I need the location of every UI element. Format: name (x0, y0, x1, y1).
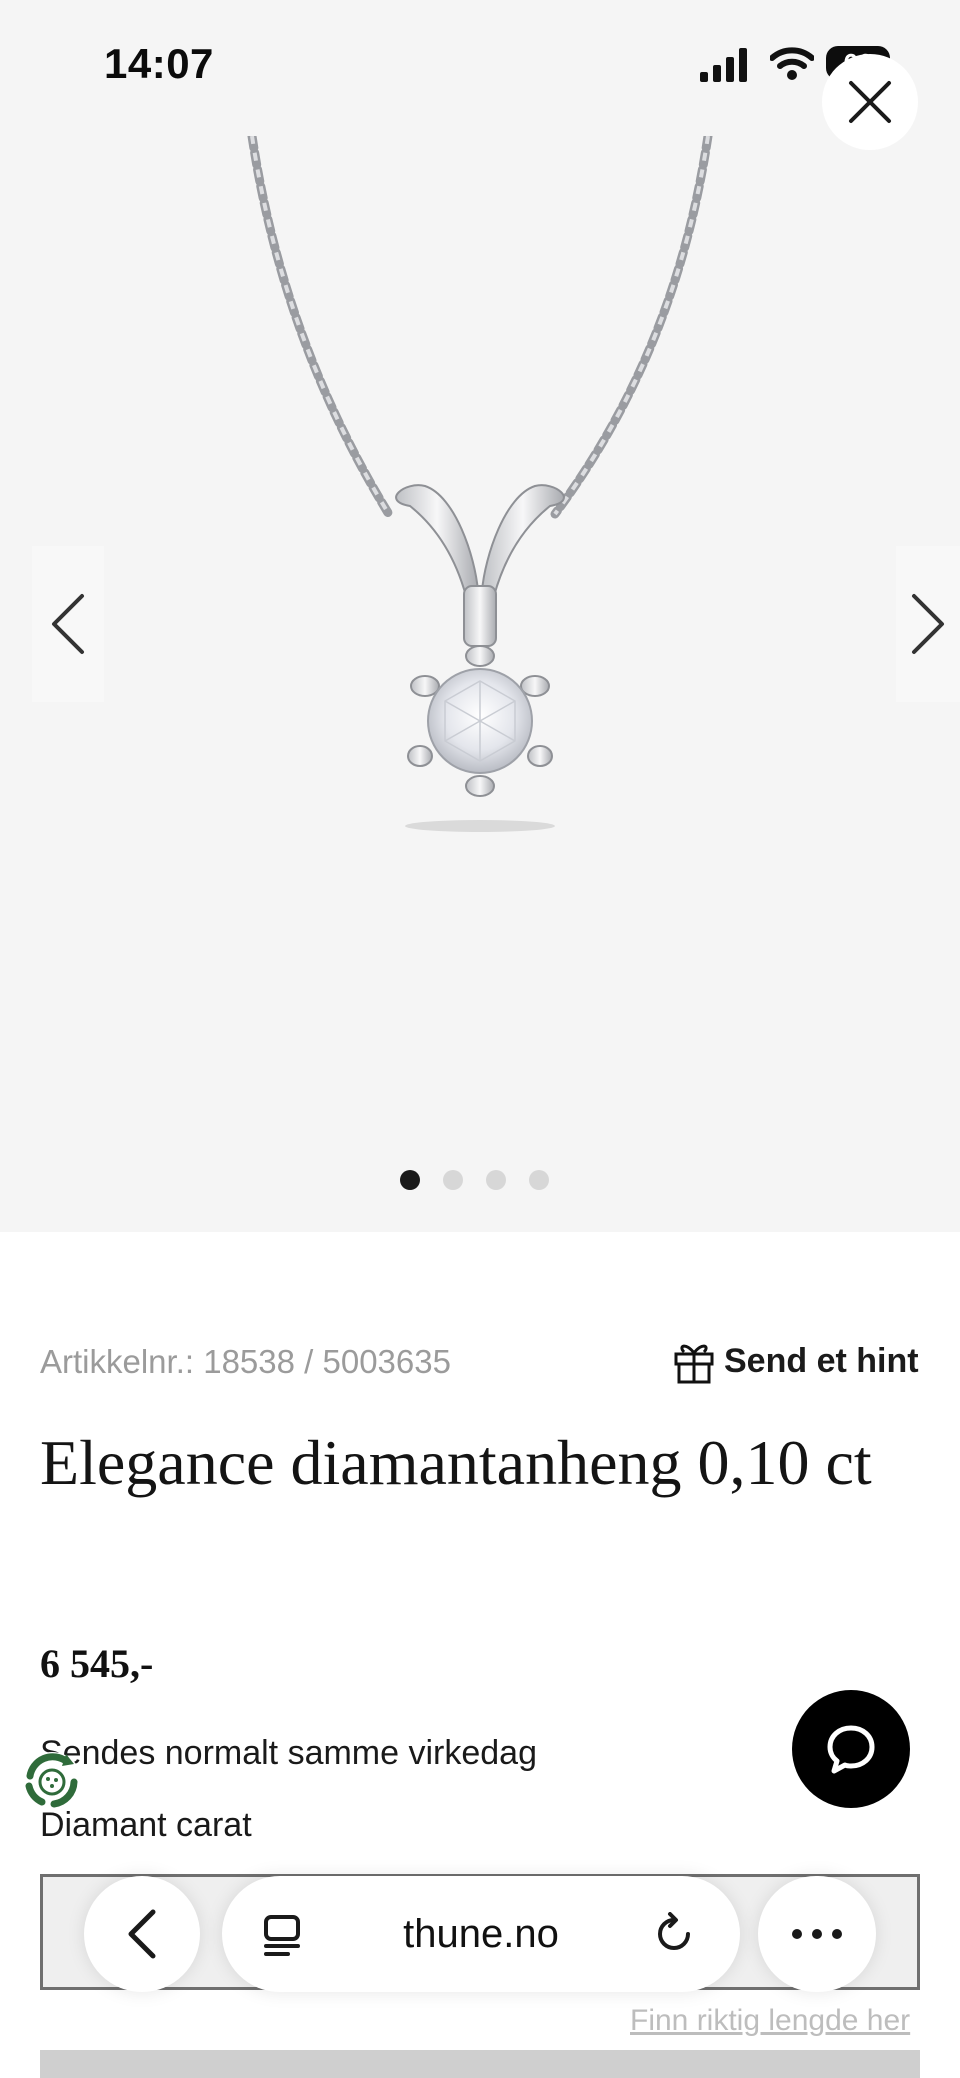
add-to-cart-bar[interactable] (40, 2050, 920, 2078)
eco-badge[interactable] (16, 1746, 88, 1818)
wifi-icon (770, 47, 814, 80)
chat-button[interactable] (792, 1690, 910, 1808)
find-length-link[interactable]: Finn riktig lengde her (630, 2004, 910, 2038)
chevron-right-icon (912, 594, 944, 654)
gift-icon (674, 1344, 714, 1384)
product-title: Elegance diamantanheng 0,10 ct (40, 1427, 872, 1498)
signal-icon (700, 48, 747, 82)
address-bar[interactable]: thune.no (222, 1876, 740, 1992)
send-hint-button[interactable]: Send et hint (672, 1336, 919, 1386)
article-number: Artikkelnr.: 18538 / 5003635 (40, 1343, 451, 1380)
browser-back-button[interactable] (84, 1876, 200, 1992)
chat-icon (827, 1725, 875, 1774)
send-hint-label: Send et hint (724, 1341, 919, 1380)
gallery-prev-button[interactable] (32, 546, 104, 702)
status-bar: 14:07 66 (0, 0, 960, 130)
pagination-dot[interactable] (486, 1170, 506, 1190)
back-icon (128, 1909, 156, 1959)
shipping-info: Sendes normalt samme virkedag (40, 1734, 538, 1772)
status-time: 14:07 (104, 40, 214, 87)
close-button[interactable] (822, 54, 918, 150)
product-image[interactable] (230, 136, 730, 836)
recycle-icon (22, 1752, 82, 1812)
pagination-dot[interactable] (443, 1170, 463, 1190)
more-icon (792, 1929, 842, 1939)
pagination-dot[interactable] (400, 1170, 420, 1190)
gallery-next-button[interactable] (896, 546, 960, 702)
pagination-dot[interactable] (529, 1170, 549, 1190)
reload-icon[interactable] (652, 1912, 696, 1956)
chevron-left-icon (52, 594, 84, 654)
gallery-pagination (400, 1170, 570, 1192)
close-icon (849, 81, 891, 123)
more-button[interactable] (758, 1876, 876, 1992)
product-price: 6 545,- (40, 1641, 154, 1686)
product-gallery: 14:07 66 (0, 0, 960, 1232)
